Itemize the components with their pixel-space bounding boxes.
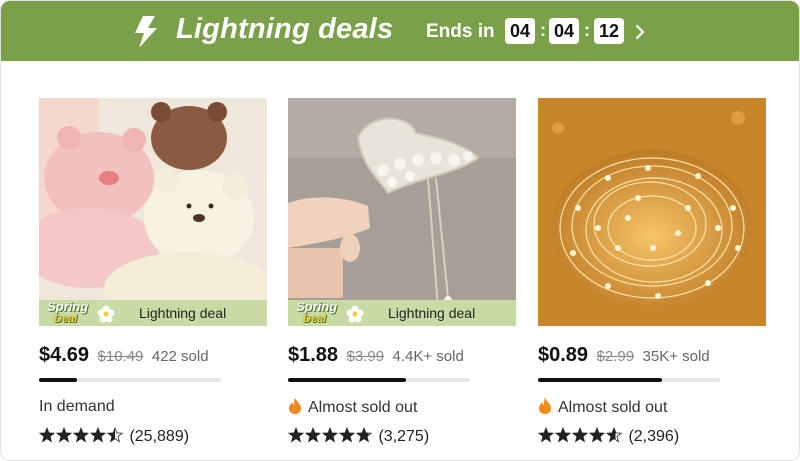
product-card[interactable]: $0.89 $2.99 35K+ sold Almost sold out (2… [537, 98, 766, 445]
star-icon [304, 426, 322, 443]
star-rating [537, 426, 624, 448]
pearl-hair-claw-clip-image [288, 98, 516, 326]
stock-status: Almost sold out [538, 398, 667, 417]
rating-count: (25,889) [129, 428, 190, 445]
original-price: $2.99 [596, 348, 635, 365]
flower-icon [346, 305, 364, 323]
product-card[interactable]: Spring Deal Lightning deal $4.69 $10.49 … [38, 98, 267, 445]
star-icon [287, 426, 305, 443]
star-icon [106, 426, 124, 443]
countdown-separator: : [584, 20, 590, 40]
plush-bear-pillows-image [39, 98, 267, 326]
rating-row: (25,889) [38, 426, 190, 448]
star-icon [537, 426, 555, 443]
star-rating [38, 426, 125, 448]
sales-progress-bar [538, 378, 720, 382]
product-card[interactable]: Spring Deal Lightning deal $1.88 $3.99 4… [287, 98, 516, 445]
sales-progress-fill [288, 378, 407, 382]
fairy-string-lights-image [538, 98, 766, 326]
countdown-minutes: 04 [549, 18, 579, 44]
rating-count: (3,275) [378, 428, 430, 445]
section-title: Lightning deals [176, 13, 394, 45]
star-icon [55, 426, 73, 443]
rating-row: (3,275) [287, 426, 430, 448]
star-icon [571, 426, 589, 443]
product-image[interactable]: Spring Deal Lightning deal [288, 98, 516, 326]
star-icon [588, 426, 606, 443]
star-icon [355, 426, 373, 443]
ends-in-label: Ends in [426, 21, 495, 42]
star-icon [72, 426, 90, 443]
rating-row: (2,396) [537, 426, 680, 448]
fire-icon [289, 398, 301, 414]
price-row: $4.69 $10.49 422 sold [39, 344, 209, 367]
stock-status: Almost sold out [288, 398, 417, 417]
star-icon [89, 426, 107, 443]
star-icon [605, 426, 623, 443]
lightning-deal-label: Lightning deal [139, 305, 227, 321]
sales-progress-bar [39, 378, 221, 382]
price-row: $1.88 $3.99 4.4K+ sold [288, 344, 464, 367]
current-price: $1.88 [288, 344, 339, 366]
price-row: $0.89 $2.99 35K+ sold [538, 344, 710, 367]
rating-count: (2,396) [628, 428, 680, 445]
spring-deal-badge: Spring Deal [47, 299, 89, 325]
lightning-deals-card: Lightning deals Ends in 04 : 04 : 12 Spr… [0, 0, 800, 461]
current-price: $4.69 [39, 344, 90, 366]
star-icon [321, 426, 339, 443]
product-image[interactable] [538, 98, 766, 326]
sold-count: 4.4K+ sold [392, 348, 464, 365]
original-price: $3.99 [346, 348, 385, 365]
current-price: $0.89 [538, 344, 589, 366]
countdown-seconds: 12 [594, 18, 624, 44]
flower-icon [97, 305, 115, 323]
countdown-separator: : [540, 20, 546, 40]
countdown-hours: 04 [505, 18, 535, 44]
product-image[interactable]: Spring Deal Lightning deal [39, 98, 267, 326]
lightning-deal-label: Lightning deal [388, 305, 476, 321]
lightning-deal-strip: Spring Deal Lightning deal [39, 300, 267, 326]
sold-count: 422 sold [151, 348, 209, 365]
sales-progress-fill [39, 378, 78, 382]
fire-icon [539, 398, 551, 414]
spring-deal-badge: Spring Deal [296, 299, 338, 325]
star-rating [287, 426, 374, 448]
lightning-deal-strip: Spring Deal Lightning deal [288, 300, 516, 326]
star-icon [38, 426, 56, 443]
chevron-right-icon[interactable] [634, 23, 646, 41]
sold-count: 35K+ sold [642, 348, 710, 365]
stock-status: In demand [39, 398, 115, 415]
lightning-deals-header[interactable]: Lightning deals Ends in 04 : 04 : 12 [1, 1, 799, 61]
sales-progress-bar [288, 378, 470, 382]
star-icon [338, 426, 356, 443]
star-icon [554, 426, 572, 443]
sales-progress-fill [538, 378, 662, 382]
lightning-bolt-icon [135, 16, 157, 48]
original-price: $10.49 [97, 348, 144, 365]
